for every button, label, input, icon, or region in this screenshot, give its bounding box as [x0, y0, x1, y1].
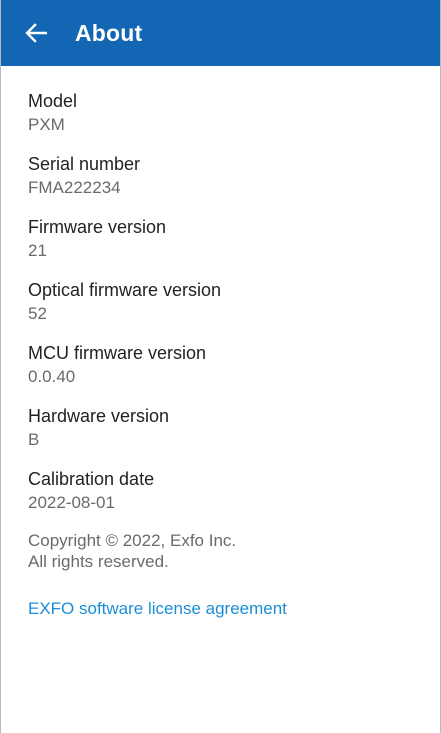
hardware-version-label: Hardware version [28, 406, 170, 426]
about-screen: About Model PXM Serial number FMA222234 … [0, 0, 441, 733]
back-button[interactable] [23, 20, 49, 46]
mcu-firmware-version-label: MCU firmware version [28, 343, 207, 363]
optical-firmware-version-value: 52 [28, 304, 47, 323]
calibration-date-value: 2022-08-01 [28, 493, 115, 512]
arrow-left-icon [25, 23, 47, 43]
serial-number-field: Serial number FMA222234 [28, 152, 440, 200]
mcu-firmware-version-field: MCU firmware version 0.0.40 [28, 341, 440, 389]
optical-firmware-version-label: Optical firmware version [28, 280, 222, 300]
about-details: Model PXM Serial number FMA222234 Firmwa… [1, 66, 440, 619]
model-field: Model PXM [28, 89, 440, 137]
calibration-date-field: Calibration date 2022-08-01 [28, 467, 440, 515]
model-label: Model [28, 91, 78, 111]
firmware-version-field: Firmware version 21 [28, 215, 440, 263]
license-agreement-link[interactable]: EXFO software license agreement [28, 599, 287, 619]
hardware-version-field: Hardware version B [28, 404, 440, 452]
hardware-version-value: B [28, 430, 40, 449]
copyright-notice: Copyright © 2022, Exfo Inc. All rights r… [28, 530, 440, 572]
model-value: PXM [28, 115, 65, 134]
mcu-firmware-version-value: 0.0.40 [28, 367, 76, 386]
app-bar: About [1, 0, 440, 66]
page-title: About [75, 19, 143, 46]
calibration-date-label: Calibration date [28, 469, 155, 489]
firmware-version-value: 21 [28, 241, 47, 260]
optical-firmware-version-field: Optical firmware version 52 [28, 278, 440, 326]
copyright-line: Copyright © 2022, Exfo Inc. [28, 531, 237, 550]
serial-number-value: FMA222234 [28, 178, 121, 197]
rights-reserved-line: All rights reserved. [28, 552, 169, 571]
firmware-version-label: Firmware version [28, 217, 167, 237]
serial-number-label: Serial number [28, 154, 141, 174]
